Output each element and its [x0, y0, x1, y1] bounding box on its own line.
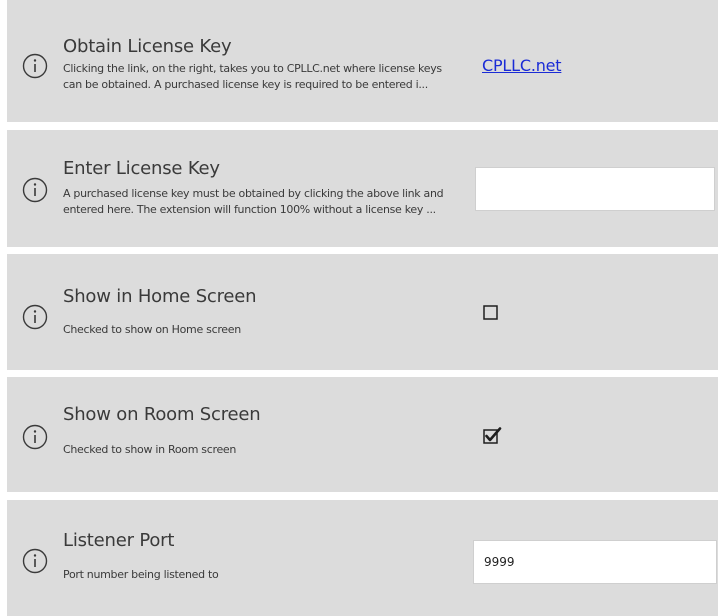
setting-title: Enter License Key — [63, 158, 220, 179]
setting-title: Obtain License Key — [63, 36, 232, 57]
setting-row-enter-license-key: Enter License Key A purchased license ke… — [7, 130, 718, 247]
info-icon[interactable] — [22, 53, 48, 79]
info-icon[interactable] — [22, 177, 48, 203]
setting-row-listener-port: Listener Port Port number being listened… — [7, 500, 718, 616]
setting-title: Show in Home Screen — [63, 286, 257, 307]
info-icon[interactable] — [22, 424, 48, 450]
setting-row-show-on-room-screen: Show on Room Screen Checked to show in R… — [7, 377, 718, 492]
setting-description: Checked to show in Room screen — [63, 443, 237, 456]
description-line: Clicking the link, on the right, takes y… — [63, 62, 442, 75]
description-line: can be obtained. A purchased license key… — [63, 78, 428, 91]
setting-description: A purchased license key must be obtained… — [63, 186, 468, 218]
setting-description: Checked to show on Home screen — [63, 323, 241, 336]
setting-row-show-in-home-screen: Show in Home Screen Checked to show on H… — [7, 254, 718, 370]
settings-page: Obtain License Key Clicking the link, on… — [0, 0, 718, 616]
setting-description: Clicking the link, on the right, takes y… — [63, 61, 468, 93]
show-home-screen-checkbox[interactable] — [483, 305, 499, 321]
listener-port-input[interactable] — [473, 540, 717, 584]
setting-description: Port number being listened to — [63, 568, 219, 581]
info-icon[interactable] — [22, 548, 48, 574]
description-line: entered here. The extension will functio… — [63, 203, 436, 216]
setting-title: Listener Port — [63, 530, 175, 551]
setting-title: Show on Room Screen — [63, 404, 261, 425]
license-key-input[interactable] — [475, 167, 715, 211]
setting-row-obtain-license-key: Obtain License Key Clicking the link, on… — [7, 0, 718, 122]
cpllc-link[interactable]: CPLLC.net — [482, 56, 562, 75]
description-line: A purchased license key must be obtained… — [63, 187, 444, 200]
info-icon[interactable] — [22, 304, 48, 330]
show-room-screen-checkbox[interactable] — [483, 427, 503, 445]
